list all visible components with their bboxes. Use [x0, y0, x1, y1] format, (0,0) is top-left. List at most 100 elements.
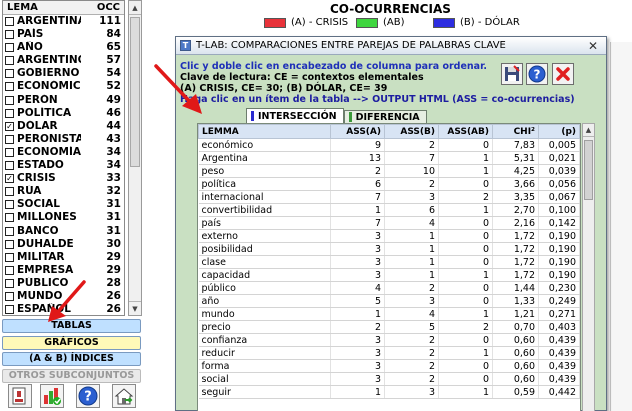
lemma-header[interactable]: LEMA: [3, 1, 79, 14]
lemma-list-item[interactable]: SOCIAL 31: [3, 198, 124, 211]
lemma-checkbox[interactable]: [5, 69, 14, 79]
scroll-up-icon[interactable]: ▲: [129, 1, 141, 15]
lemma-checkbox[interactable]: [5, 278, 14, 288]
occ-header[interactable]: OCC: [79, 1, 124, 14]
table-row[interactable]: confianza 3 2 0 0,60 0,439: [198, 333, 580, 347]
lemma-checkbox[interactable]: [5, 265, 14, 275]
table-row[interactable]: seguir 1 3 1 0,59 0,442: [198, 385, 580, 399]
lemma-list-item[interactable]: MILITAR 29: [3, 251, 124, 264]
lemma-list-item[interactable]: ESTADO 34: [3, 159, 124, 172]
lemma-list-item[interactable]: ✓ CRISIS 33: [3, 172, 124, 185]
scroll-thumb[interactable]: [584, 140, 593, 200]
table-row[interactable]: posibilidad 3 1 0 1,72 0,190: [198, 242, 580, 256]
lemma-list-item[interactable]: GOBIERNO 54: [3, 67, 124, 80]
table-row[interactable]: país 7 4 0 2,16 0,142: [198, 216, 580, 230]
lemma-checkbox[interactable]: ✓: [5, 121, 14, 131]
table-row[interactable]: reducir 3 2 1 0,60 0,439: [198, 346, 580, 360]
lemma-checkbox[interactable]: [5, 213, 14, 223]
lemma-checkbox[interactable]: [5, 95, 14, 105]
col-header-lemma[interactable]: LEMMA: [198, 124, 331, 139]
lemma-checkbox[interactable]: ✓: [5, 174, 14, 184]
lemma-checkbox[interactable]: [5, 30, 14, 40]
lemma-checkbox[interactable]: [5, 134, 14, 144]
cell-lemma: convertibilidad: [198, 203, 331, 217]
lemma-list-item[interactable]: ARGENTINO 57: [3, 54, 124, 67]
lemma-list-item[interactable]: POLÍTICA 46: [3, 107, 124, 120]
col-header-p[interactable]: (p): [538, 124, 580, 139]
lemma-list-item[interactable]: PAÍS 84: [3, 28, 124, 41]
lemma-checkbox[interactable]: [5, 82, 14, 92]
document-icon[interactable]: [8, 384, 32, 408]
dialog-titlebar[interactable]: T T-LAB: COMPARACIONES ENTRE PAREJAS DE …: [176, 37, 606, 55]
lemma-list-scrollbar[interactable]: ▲ ▼: [128, 0, 142, 316]
lemma-list[interactable]: LEMA OCC ARGENTINA 111 PAÍS 84 AÑO 65 ARGENTIN…: [2, 0, 125, 316]
bar-chart-icon[interactable]: [40, 384, 64, 408]
lemma-list-item[interactable]: MILLONES 31: [3, 211, 124, 224]
table-scrollbar[interactable]: ▲: [582, 123, 595, 411]
lemma-list-item[interactable]: PERONISTA 43: [3, 133, 124, 146]
lemma-checkbox[interactable]: [5, 187, 14, 197]
scroll-down-icon[interactable]: ▼: [129, 301, 141, 315]
col-header-ass-b[interactable]: ASS(B): [384, 124, 439, 139]
otros-subconjuntos-button[interactable]: OTROS SUBCONJUNTOS: [2, 369, 141, 383]
lemma-checkbox[interactable]: [5, 147, 14, 157]
table-row[interactable]: forma 3 2 0 0,60 0,439: [198, 359, 580, 373]
lemma-list-item[interactable]: ✓ DÓLAR 44: [3, 120, 124, 133]
lemma-list-item[interactable]: EMPRESA 29: [3, 264, 124, 277]
help-button[interactable]: ?: [526, 63, 548, 85]
cooccurrence-table[interactable]: LEMMA ASS(A) ASS(B) ASS(AB) CHI² (p) eco…: [197, 123, 581, 411]
lemma-list-item[interactable]: ECONÓMICO 52: [3, 80, 124, 93]
table-row[interactable]: capacidad 3 1 1 1,72 0,190: [198, 268, 580, 282]
tab-diferencia[interactable]: DIFERENCIA: [343, 110, 427, 123]
lemma-list-item[interactable]: RÚA 32: [3, 185, 124, 198]
lemma-checkbox[interactable]: [5, 305, 14, 315]
chart-scrollbar[interactable]: [610, 42, 632, 411]
lemma-list-item[interactable]: AÑO 65: [3, 41, 124, 54]
table-row[interactable]: social 3 2 0 0,60 0,439: [198, 372, 580, 386]
lemma-checkbox[interactable]: [5, 239, 14, 249]
home-icon[interactable]: [112, 384, 136, 408]
lemma-checkbox[interactable]: [5, 252, 14, 262]
table-row[interactable]: económico 9 2 0 7,83 0,005: [198, 138, 580, 152]
lemma-list-item[interactable]: ESPAÑOL 26: [3, 303, 124, 315]
table-row[interactable]: peso 2 10 1 4,25 0,039: [198, 164, 580, 178]
lemma-checkbox[interactable]: [5, 226, 14, 236]
lemma-list-item[interactable]: DUHALDE 30: [3, 238, 124, 251]
scroll-up-icon[interactable]: ▲: [583, 124, 594, 137]
lemma-list-item[interactable]: ECONOMÍA 34: [3, 146, 124, 159]
table-row[interactable]: Argentina 13 7 1 5,31 0,021: [198, 151, 580, 165]
table-row[interactable]: internacional 7 3 2 3,35 0,067: [198, 190, 580, 204]
tab-interseccion[interactable]: INTERSECCIÓN: [246, 108, 344, 123]
lemma-list-item[interactable]: MUNDO 26: [3, 290, 124, 303]
scroll-thumb[interactable]: [130, 17, 140, 167]
table-row[interactable]: mundo 1 4 1 1,21 0,271: [198, 307, 580, 321]
close-icon[interactable]: ✕: [580, 39, 606, 53]
lemma-checkbox[interactable]: [5, 108, 14, 118]
indices-button[interactable]: (A & B) ÍNDICES: [2, 352, 141, 366]
lemma-checkbox[interactable]: [5, 43, 14, 53]
close-button[interactable]: [552, 63, 574, 85]
lemma-list-item[interactable]: BANCO 31: [3, 225, 124, 238]
table-row[interactable]: externo 3 1 0 1,72 0,190: [198, 229, 580, 243]
table-row[interactable]: convertibilidad 1 6 1 2,70 0,100: [198, 203, 580, 217]
table-row[interactable]: precio 2 5 2 0,70 0,403: [198, 320, 580, 334]
table-row[interactable]: clase 3 1 0 1,72 0,190: [198, 255, 580, 269]
col-header-ass-ab[interactable]: ASS(AB): [438, 124, 493, 139]
lemma-list-item[interactable]: PERÓN 49: [3, 94, 124, 107]
lemma-checkbox[interactable]: [5, 291, 14, 301]
table-row[interactable]: año 5 3 0 1,33 0,249: [198, 294, 580, 308]
save-button[interactable]: [501, 63, 523, 85]
help-icon[interactable]: ?: [76, 384, 100, 408]
col-header-ass-a[interactable]: ASS(A): [330, 124, 385, 139]
lemma-checkbox[interactable]: [5, 200, 14, 210]
col-header-chi[interactable]: CHI²: [492, 124, 539, 139]
table-row[interactable]: público 4 2 0 1,44 0,230: [198, 281, 580, 295]
tablas-button[interactable]: TABLAS: [2, 319, 141, 333]
graficos-button[interactable]: GRÁFICOS: [2, 336, 141, 350]
lemma-checkbox[interactable]: [5, 17, 14, 26]
lemma-checkbox[interactable]: [5, 56, 14, 66]
lemma-list-item[interactable]: PÚBLICO 28: [3, 277, 124, 290]
lemma-checkbox[interactable]: [5, 161, 14, 171]
table-row[interactable]: política 6 2 0 3,66 0,056: [198, 177, 580, 191]
lemma-list-item[interactable]: ARGENTINA 111: [3, 15, 124, 28]
